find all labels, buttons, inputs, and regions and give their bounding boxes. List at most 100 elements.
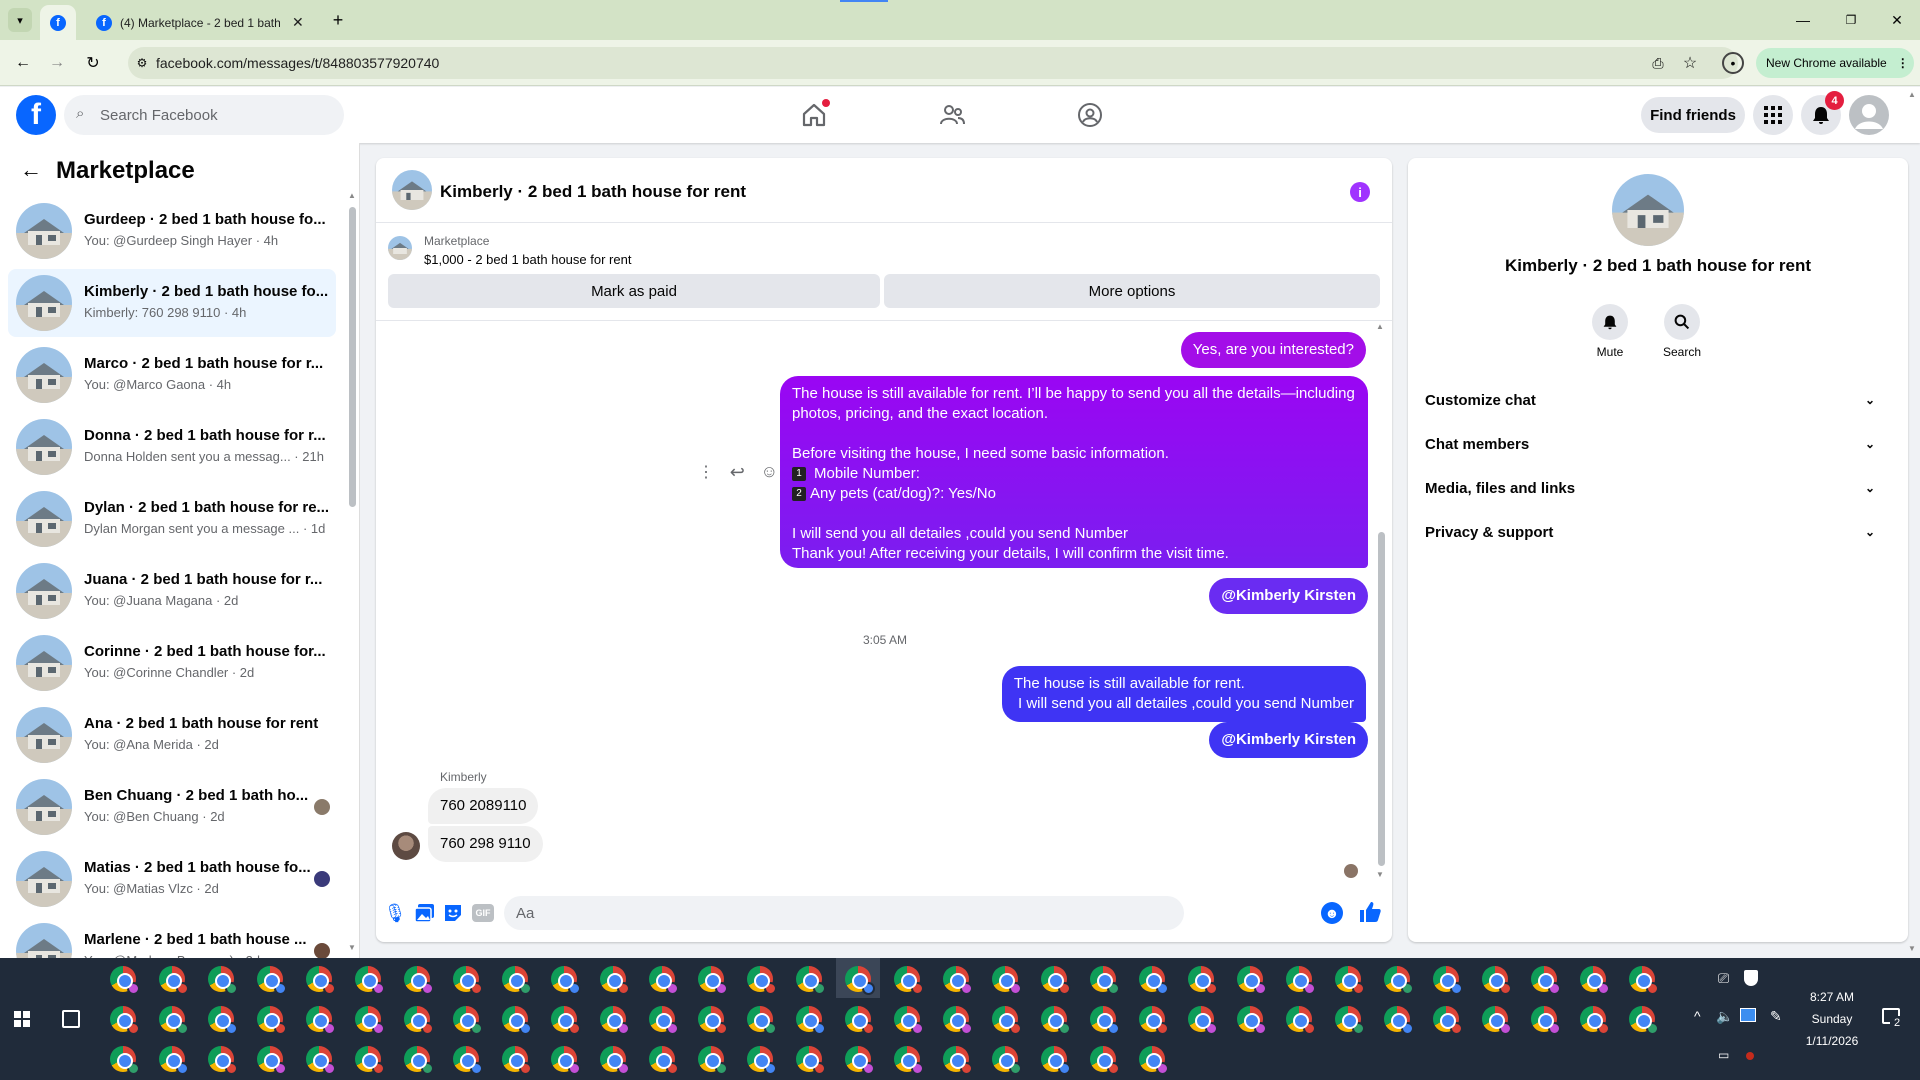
chrome-taskbar-icon[interactable]	[796, 1006, 826, 1035]
chrome-taskbar-icon[interactable]	[1139, 966, 1169, 995]
chrome-taskbar-icon[interactable]	[1482, 1006, 1512, 1035]
chrome-taskbar-icon[interactable]	[600, 1006, 630, 1035]
chrome-taskbar-icon[interactable]	[502, 966, 532, 995]
more-options-button[interactable]: More options	[884, 274, 1380, 308]
chrome-taskbar-icon[interactable]	[698, 1006, 728, 1035]
chrome-taskbar-icon[interactable]	[551, 1006, 581, 1035]
chrome-taskbar-icon[interactable]	[110, 966, 140, 995]
chrome-taskbar-icon[interactable]	[992, 1006, 1022, 1035]
sticker-icon[interactable]	[442, 902, 464, 924]
display-icon[interactable]: ▭	[1718, 1048, 1729, 1062]
groups-nav-icon[interactable]	[1076, 101, 1104, 129]
media-files-links-row[interactable]: Media, files and links ⌄	[1425, 470, 1875, 506]
emoji-icon[interactable]: ☻	[1321, 902, 1343, 924]
chrome-taskbar-icon[interactable]	[649, 1006, 679, 1035]
chrome-taskbar-icon[interactable]	[208, 1006, 238, 1035]
microphone-icon[interactable]: 🎙	[384, 902, 407, 924]
react-emoji-icon[interactable]: ☺	[761, 462, 778, 482]
find-friends-button[interactable]: Find friends	[1641, 97, 1745, 133]
chrome-taskbar-icon[interactable]	[1139, 1006, 1169, 1035]
site-info-icon[interactable]: ⚙	[132, 53, 152, 73]
chrome-taskbar-icon[interactable]	[404, 966, 434, 995]
chrome-taskbar-icon[interactable]	[894, 1006, 924, 1035]
chrome-taskbar-icon[interactable]	[502, 1046, 532, 1075]
conversation-item[interactable]: Marlene · 2 bed 1 bath house ...You: @Ma…	[8, 917, 336, 958]
message-outgoing-long[interactable]: The house is still available for rent. I…	[780, 376, 1368, 568]
photo-icon[interactable]	[414, 902, 436, 924]
reload-icon[interactable]: ↻	[82, 52, 104, 74]
search-facebook-input[interactable]: ⌕ Search Facebook	[64, 95, 344, 135]
new-tab-button[interactable]: +	[328, 10, 348, 30]
chat-scroll-up[interactable]: ▲	[1376, 322, 1384, 331]
chrome-taskbar-icon[interactable]	[1041, 1046, 1071, 1075]
chrome-taskbar-icon[interactable]	[992, 966, 1022, 995]
home-nav-icon[interactable]	[800, 99, 830, 129]
chrome-taskbar-icon[interactable]	[257, 1006, 287, 1035]
clock-date[interactable]: 1/11/2026	[1790, 1034, 1874, 1048]
chrome-taskbar-icon[interactable]	[453, 966, 483, 995]
mention-outgoing[interactable]: @Kimberly Kirsten	[1209, 578, 1368, 614]
friends-nav-icon[interactable]	[938, 101, 966, 129]
chrome-taskbar-icon[interactable]	[1384, 966, 1414, 995]
chrome-taskbar-icon[interactable]	[747, 966, 777, 995]
facebook-logo[interactable]: f	[16, 95, 56, 135]
conversation-item[interactable]: Kimberly · 2 bed 1 bath house fo... Kimbe…	[8, 269, 336, 337]
mute-bell-icon[interactable]	[1592, 304, 1628, 340]
chrome-taskbar-icon[interactable]	[1629, 966, 1659, 995]
back-icon[interactable]: ←	[12, 52, 34, 74]
chrome-taskbar-icon[interactable]	[1580, 1006, 1610, 1035]
scrollbar-track[interactable]: ▲ ▼	[348, 191, 356, 955]
pen-icon[interactable]: ✎	[1770, 1008, 1782, 1025]
chrome-taskbar-icon[interactable]	[1335, 1006, 1365, 1035]
chrome-taskbar-icon[interactable]	[1433, 966, 1463, 995]
chrome-taskbar-icon[interactable]	[306, 966, 336, 995]
chrome-taskbar-icon[interactable]	[845, 966, 875, 995]
chrome-taskbar-icon[interactable]	[649, 966, 679, 995]
chrome-taskbar-icon[interactable]	[747, 1046, 777, 1075]
chrome-taskbar-icon[interactable]	[1041, 1006, 1071, 1035]
message-outgoing[interactable]: Yes, are you interested?	[1180, 332, 1366, 368]
details-avatar[interactable]	[1612, 174, 1684, 246]
address-bar[interactable]: ⚙ facebook.com/messages/t/84880357792074…	[128, 47, 1738, 79]
chat-title[interactable]: Kimberly · 2 bed 1 bath house for rent	[440, 182, 746, 202]
chrome-taskbar-icon[interactable]	[698, 966, 728, 995]
chrome-taskbar-icon[interactable]	[1286, 966, 1316, 995]
chrome-taskbar-icon[interactable]	[453, 1006, 483, 1035]
chrome-taskbar-icon[interactable]	[453, 1046, 483, 1075]
customize-chat-row[interactable]: Customize chat ⌄	[1425, 382, 1875, 418]
chrome-taskbar-icon[interactable]	[1188, 1006, 1218, 1035]
chrome-taskbar-icon[interactable]	[1237, 966, 1267, 995]
scroll-down-arrow[interactable]: ▼	[348, 943, 356, 952]
chrome-taskbar-icon[interactable]	[649, 1046, 679, 1075]
chrome-taskbar-icon[interactable]	[1384, 1006, 1414, 1035]
gif-icon[interactable]: GIF	[472, 904, 494, 922]
chrome-taskbar-icon[interactable]	[1286, 1006, 1316, 1035]
chrome-taskbar-icon[interactable]	[1041, 966, 1071, 995]
chrome-taskbar-icon[interactable]	[1531, 966, 1561, 995]
listing-thumbnail[interactable]	[388, 236, 412, 260]
chrome-taskbar-icon[interactable]	[551, 966, 581, 995]
chrome-taskbar-icon[interactable]	[306, 1046, 336, 1075]
chrome-taskbar-icon[interactable]	[257, 1046, 287, 1075]
page-scroll-down[interactable]: ▼	[1908, 944, 1916, 953]
chrome-taskbar-icon[interactable]	[1090, 966, 1120, 995]
chat-avatar[interactable]	[392, 170, 432, 210]
chrome-taskbar-icon[interactable]	[1629, 1006, 1659, 1035]
chrome-taskbar-icon[interactable]	[747, 1006, 777, 1035]
listing-detail[interactable]: $1,000 - 2 bed 1 bath house for rent	[424, 252, 631, 267]
message-outgoing-blue[interactable]: The house is still available for rent. I…	[1001, 666, 1366, 722]
chrome-taskbar-icon[interactable]	[355, 966, 385, 995]
close-window-button[interactable]: ✕	[1884, 8, 1910, 32]
clock-time[interactable]: 8:27 AM	[1790, 990, 1874, 1004]
new-chrome-button[interactable]: New Chrome available ⋮	[1756, 48, 1914, 78]
back-arrow-icon[interactable]: ←	[20, 157, 42, 183]
chrome-taskbar-icon[interactable]	[1237, 1006, 1267, 1035]
scroll-up-arrow[interactable]: ▲	[348, 191, 356, 200]
message-incoming[interactable]: 760 298 9110	[428, 826, 543, 862]
menu-grid-icon[interactable]	[1753, 95, 1793, 135]
conversation-item[interactable]: Gurdeep · 2 bed 1 bath house fo... You: @…	[8, 197, 336, 265]
chrome-taskbar-icon[interactable]	[1188, 966, 1218, 995]
message-input[interactable]: Aa	[504, 896, 1184, 930]
scrollbar-thumb[interactable]	[349, 207, 356, 507]
chrome-taskbar-icon[interactable]	[110, 1046, 140, 1075]
